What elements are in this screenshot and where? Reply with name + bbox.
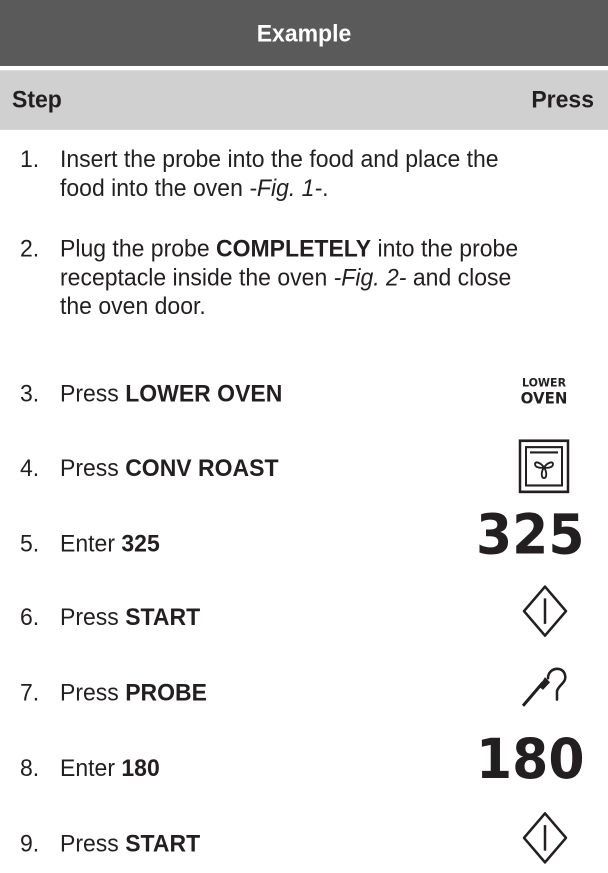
step-number: 5.: [20, 529, 40, 557]
step-text-period: .: [322, 173, 329, 202]
step-key-name: CONV ROAST: [125, 453, 279, 482]
lower-oven-key-line2: OVEN: [520, 388, 568, 408]
step-key-name: LOWER OVEN: [125, 379, 283, 407]
step-key-name: START: [125, 602, 201, 631]
step-text-line: receptacle inside the oven: [60, 262, 334, 291]
step-text: Press PROBE: [60, 677, 207, 707]
step-number: 4.: [20, 453, 40, 482]
step-verb: Enter: [60, 529, 122, 557]
page-scale-wrapper: Example Step Press 1. Insert the probe i…: [0, 0, 608, 873]
step-verb: Press: [60, 602, 126, 631]
step-text-line: into the probe: [371, 234, 519, 262]
figure-reference: -Fig. 2-: [333, 262, 407, 291]
number-pad-entry-325: 325: [476, 503, 585, 568]
step-verb: Enter: [60, 753, 122, 782]
step-text: Enter 180: [60, 753, 160, 783]
step-text: Press START: [60, 828, 200, 858]
step-text: Press CONV ROAST: [60, 452, 279, 482]
step-key-name: START: [125, 829, 201, 858]
conv-roast-fan-icon: [518, 439, 570, 494]
step-text: Press LOWER OVEN: [60, 378, 282, 408]
step-number: 7.: [20, 678, 40, 706]
step-text: Press START: [60, 602, 200, 632]
step-number: 3.: [20, 379, 40, 407]
step-verb: Press: [60, 829, 126, 858]
start-diamond-icon: [522, 585, 568, 637]
table-title: Example: [256, 18, 352, 47]
step-text-line: the oven door.: [60, 291, 206, 320]
table-header: Example: [0, 0, 608, 67]
step-value: 180: [121, 753, 160, 782]
step-verb: Press: [60, 379, 126, 407]
step-text: Plug the probe COMPLETELY into the probe…: [60, 234, 600, 320]
column-header-step: Step: [12, 85, 62, 113]
step-number: 6.: [20, 602, 40, 631]
step-number: 8.: [20, 753, 40, 782]
step-number: 2.: [20, 234, 40, 262]
step-value: 325: [121, 529, 160, 557]
number-pad-entry-180: 180: [476, 728, 585, 793]
step-number: 9.: [20, 829, 40, 858]
step-text-line: Insert the probe into the food and place…: [60, 144, 499, 173]
start-diamond-icon: [522, 812, 568, 864]
figure-reference: -Fig. 1-: [249, 173, 323, 202]
step-text: Enter 325: [60, 528, 160, 558]
step-emphasis: COMPLETELY: [216, 234, 372, 262]
step-verb: Press: [60, 453, 126, 482]
step-text-line: food into the oven: [60, 173, 250, 202]
step-text-line: and close: [406, 262, 512, 291]
step-text-line: Plug the probe: [60, 234, 217, 262]
lower-oven-key: LOWER OVEN: [513, 375, 575, 407]
step-verb: Press: [60, 678, 126, 706]
column-header-row: Step Press: [0, 70, 608, 130]
step-key-name: PROBE: [125, 678, 207, 706]
column-header-press: Press: [531, 85, 594, 113]
probe-icon: [521, 667, 567, 707]
step-number: 1.: [20, 144, 40, 173]
step-text: Insert the probe into the food and place…: [60, 145, 600, 202]
